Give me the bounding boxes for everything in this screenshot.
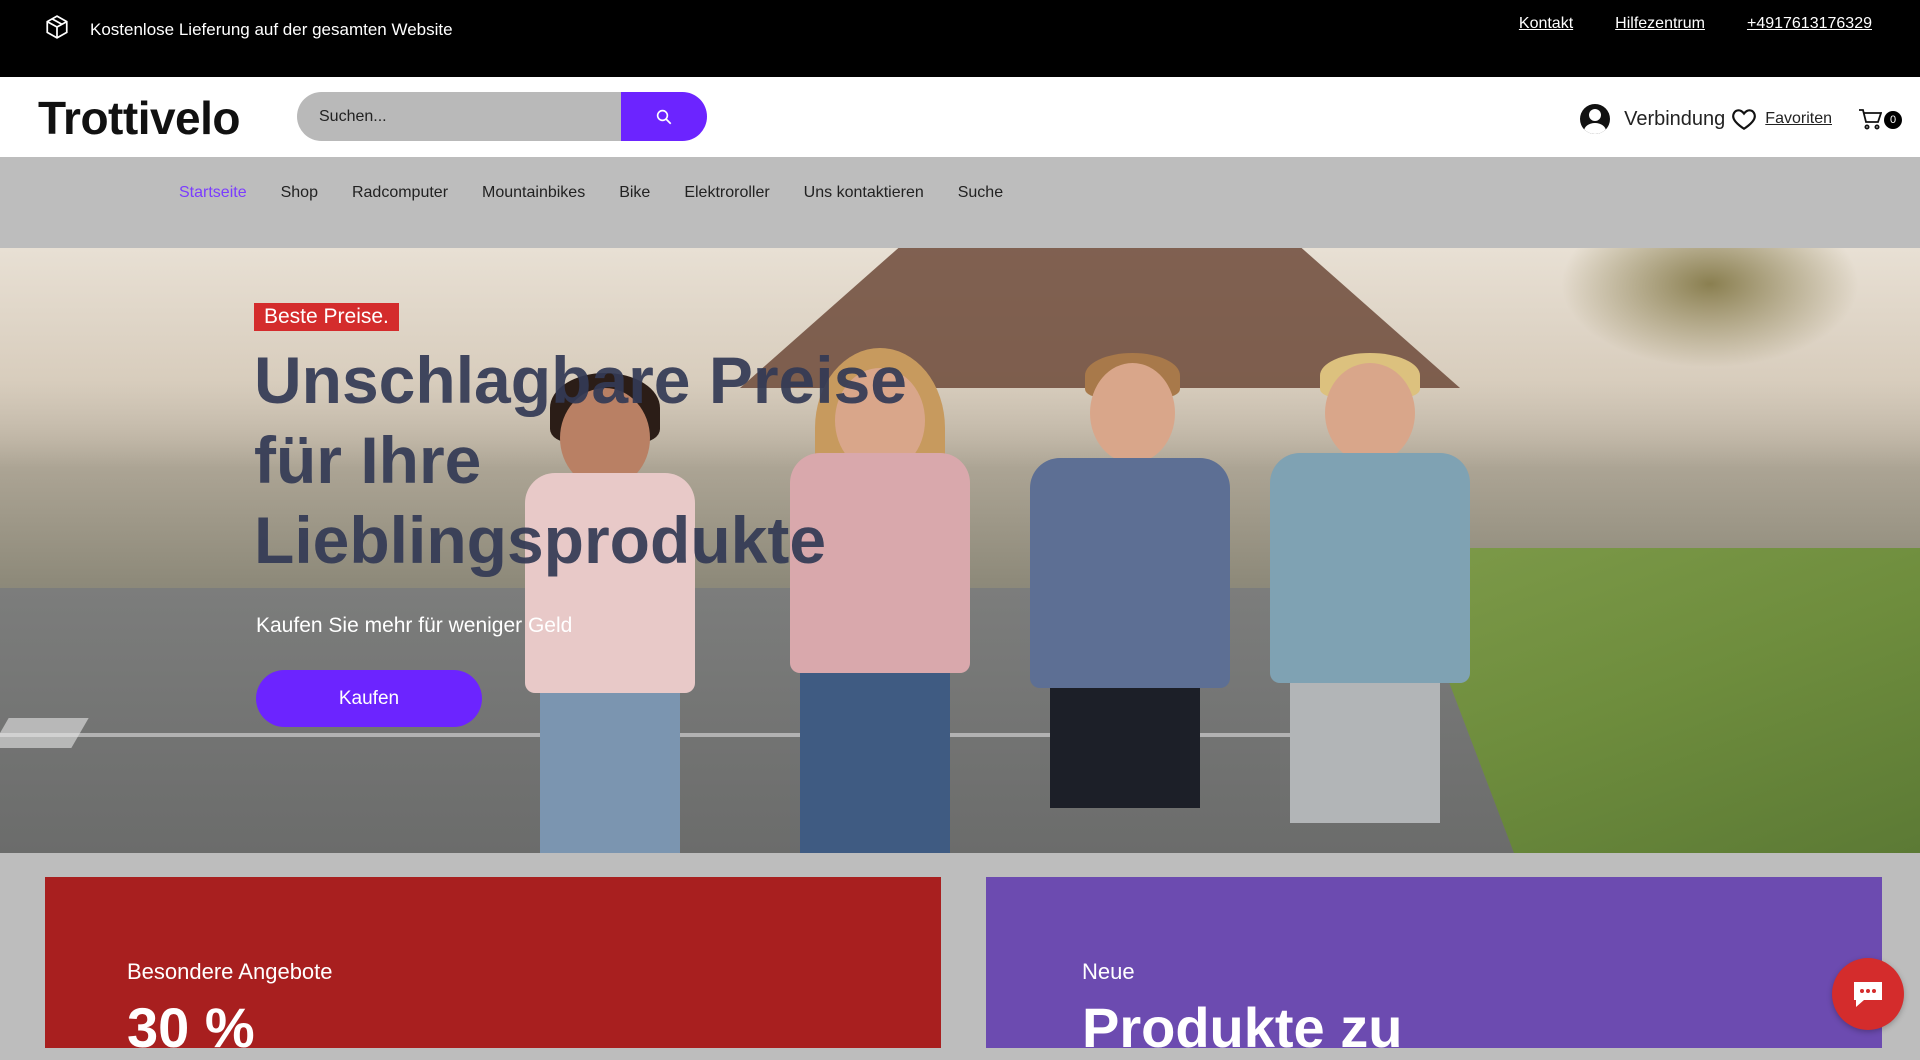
hero-banner: Beste Preise. Unschlagbare Preise für Ih… — [0, 248, 1920, 853]
shipping-notice: Kostenlose Lieferung auf der gesamten We… — [44, 14, 453, 45]
heart-icon[interactable] — [1731, 106, 1757, 132]
promo-card-offers[interactable]: Besondere Angebote 30 % — [45, 877, 941, 1059]
cart-count-badge: 0 — [1884, 111, 1902, 129]
nav-item-suche[interactable]: Suche — [958, 184, 1003, 202]
nav-item-mountainbikes[interactable]: Mountainbikes — [482, 184, 585, 202]
nav-item-elektroroller[interactable]: Elektroroller — [684, 184, 769, 202]
buy-button[interactable]: Kaufen — [256, 670, 482, 727]
site-header: Trottivelo Verbindung Favoriten 0 — [0, 77, 1920, 157]
promo-label: Besondere Angebote — [127, 959, 333, 984]
search-icon — [656, 109, 672, 124]
hero-badge: Beste Preise. — [254, 303, 399, 331]
hero-title: Unschlagbare Preise für Ihre Lieblingspr… — [254, 343, 907, 577]
search-input[interactable] — [297, 92, 621, 141]
search-button[interactable] — [621, 92, 707, 141]
chat-button[interactable] — [1832, 958, 1904, 1030]
hero-child — [1020, 308, 1240, 853]
top-links: Kontakt Hilfezentrum +4917613176329 — [1519, 15, 1872, 33]
main-nav: Startseite Shop Radcomputer Mountainbike… — [0, 157, 1920, 248]
announcement-bar: Kostenlose Lieferung auf der gesamten We… — [0, 0, 1920, 77]
cart-icon — [1859, 109, 1883, 130]
promo-headline: Produkte zu — [1082, 996, 1403, 1059]
contact-link[interactable]: Kontakt — [1519, 15, 1573, 33]
search-bar — [297, 92, 707, 141]
chat-icon — [1854, 982, 1882, 1007]
nav-item-bike[interactable]: Bike — [619, 184, 650, 202]
user-icon[interactable] — [1580, 104, 1611, 134]
promo-label: Neue — [1082, 959, 1135, 984]
nav-item-shop[interactable]: Shop — [281, 184, 318, 202]
phone-link[interactable]: +4917613176329 — [1747, 15, 1872, 33]
package-icon — [44, 14, 70, 45]
user-area: Verbindung Favoriten 0 — [1580, 104, 1902, 134]
promo-card-new[interactable]: Neue Produkte zu — [986, 877, 1882, 1059]
promo-headline: 30 % — [127, 996, 255, 1059]
login-link[interactable]: Verbindung — [1624, 108, 1725, 131]
hero-subtitle: Kaufen Sie mehr für weniger Geld — [256, 614, 573, 637]
nav-item-contact[interactable]: Uns kontaktieren — [804, 184, 924, 202]
hero-tree — [1560, 248, 1860, 368]
shipping-text: Kostenlose Lieferung auf der gesamten We… — [90, 19, 453, 39]
nav-item-startseite[interactable]: Startseite — [179, 184, 247, 202]
site-logo[interactable]: Trottivelo — [38, 91, 241, 145]
hero-child — [1255, 313, 1485, 853]
cart-button[interactable]: 0 — [1858, 108, 1902, 130]
nav-item-radcomputer[interactable]: Radcomputer — [352, 184, 448, 202]
favorites-link[interactable]: Favoriten — [1765, 110, 1832, 128]
help-center-link[interactable]: Hilfezentrum — [1615, 15, 1705, 33]
